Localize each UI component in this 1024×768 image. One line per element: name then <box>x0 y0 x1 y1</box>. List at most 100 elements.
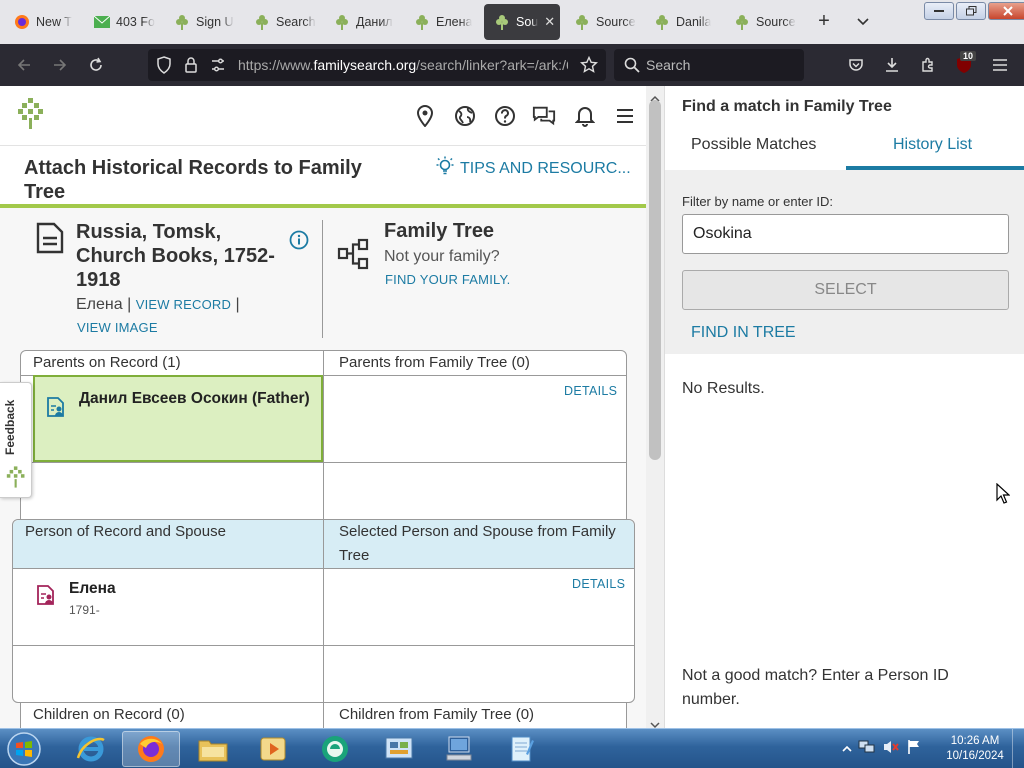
panel-title: Find a match in Family Tree <box>682 98 892 115</box>
extensions-puzzle-icon[interactable] <box>916 53 940 77</box>
view-image-link[interactable]: VIEW IMAGE <box>77 320 158 335</box>
globe-icon[interactable] <box>453 104 477 128</box>
close-window-button[interactable] <box>988 2 1024 20</box>
address-bar[interactable]: https://www.familysearch.org/search/link… <box>148 49 606 81</box>
record-collection-title: Russia, Tomsk, Church Books, 1752-1918 <box>76 221 275 291</box>
browser-tab[interactable]: Search <box>244 4 320 40</box>
minimize-button[interactable] <box>924 2 954 20</box>
browser-tab[interactable]: Danila <box>644 4 720 40</box>
network-computer-icon[interactable] <box>430 731 488 767</box>
familysearch-tree-icon <box>494 14 510 30</box>
tips-and-resources-link[interactable]: TIPS AND RESOURC... <box>436 156 631 181</box>
tab-list-chevron-down-icon[interactable] <box>852 12 874 32</box>
browser-tab[interactable]: Source <box>564 4 640 40</box>
app-globe-icon[interactable] <box>306 731 364 767</box>
view-record-link[interactable]: VIEW RECORD <box>136 297 231 312</box>
parents-on-record-header: Parents on Record (1) <box>33 354 181 371</box>
browser-tab[interactable]: Sign U <box>164 4 240 40</box>
column-divider <box>323 702 324 728</box>
row-divider <box>20 462 627 463</box>
find-your-family-link[interactable]: FIND YOUR FAMILY. <box>385 272 511 287</box>
browser-tab[interactable]: Елена <box>404 4 480 40</box>
familysearch-tree-icon <box>574 14 590 30</box>
lightbulb-icon <box>436 156 454 181</box>
system-tray <box>842 729 922 768</box>
restore-button[interactable] <box>956 2 986 20</box>
tray-expand-icon[interactable] <box>842 740 852 758</box>
browser-tab[interactable]: Данил <box>324 4 400 40</box>
window-controls <box>924 2 1024 20</box>
browser-tab[interactable]: Source <box>724 4 800 40</box>
url-text: https://www.familysearch.org/search/link… <box>238 57 568 73</box>
person-record-icon <box>46 396 66 423</box>
filter-name-input[interactable] <box>682 214 1009 254</box>
close-tab-icon[interactable]: ✕ <box>544 14 555 30</box>
map-pin-icon[interactable] <box>413 104 437 128</box>
person-name[interactable]: Елена <box>69 579 116 599</box>
column-divider <box>323 350 324 520</box>
messages-chat-icon[interactable] <box>532 104 556 128</box>
familysearch-tree-icon <box>414 14 430 30</box>
site-menu-icon[interactable] <box>613 104 637 128</box>
back-arrow-icon[interactable] <box>12 53 36 77</box>
not-a-good-match-text: Not a good match? Enter a Person ID numb… <box>682 667 949 708</box>
system-clock[interactable]: 10:26 AM 10/16/2024 <box>940 734 1010 764</box>
browser-tab-active[interactable]: Sou ✕ <box>484 4 560 40</box>
select-button[interactable]: SELECT <box>682 270 1009 310</box>
lock-icon[interactable] <box>184 56 198 79</box>
browser-search-bar[interactable]: Search <box>614 49 804 81</box>
father-name[interactable]: Данил Евсеев Осокин (Father) <box>79 389 319 409</box>
network-tray-icon[interactable] <box>858 739 876 760</box>
feedback-tab[interactable]: Feedback <box>0 382 32 498</box>
forward-arrow-icon[interactable] <box>48 53 72 77</box>
firefox-taskbar-icon[interactable] <box>122 731 180 767</box>
page-title: Attach Historical Records to Family Tree <box>24 157 362 203</box>
start-button[interactable] <box>4 730 44 768</box>
info-icon[interactable] <box>289 230 309 255</box>
familysearch-tree-icon <box>334 14 350 30</box>
find-match-panel: Find a match in Family Tree Possible Mat… <box>664 86 1024 728</box>
browser-tab[interactable]: 403 Fo <box>84 4 160 40</box>
family-tree-subtitle: Not your family? <box>384 248 500 265</box>
download-icon[interactable] <box>880 53 904 77</box>
bookmark-star-icon[interactable] <box>579 55 599 79</box>
file-explorer-icon[interactable] <box>184 731 242 767</box>
reload-icon[interactable] <box>84 53 108 77</box>
mouse-cursor-icon <box>996 482 1011 510</box>
familysearch-logo-icon[interactable] <box>16 96 46 135</box>
shield-icon[interactable] <box>156 56 172 79</box>
page-scrollbar[interactable] <box>646 86 664 729</box>
parents-details-link[interactable]: DETAILS <box>564 384 617 398</box>
hamburger-menu-icon[interactable] <box>988 53 1012 77</box>
extension-badge: 10 <box>960 51 977 61</box>
browser-tab[interactable]: New T <box>4 4 80 40</box>
volume-muted-icon[interactable] <box>882 739 900 760</box>
children-from-tree-header: Children from Family Tree (0) <box>339 706 535 723</box>
new-tab-button[interactable]: + <box>812 10 836 32</box>
pocket-icon[interactable] <box>844 53 868 77</box>
help-question-icon[interactable] <box>493 104 517 128</box>
tab-history-list[interactable]: History List <box>893 136 972 154</box>
site-header <box>0 86 646 146</box>
summary-divider <box>322 220 323 338</box>
browser-nav-bar: https://www.familysearch.org/search/link… <box>0 44 1024 86</box>
children-on-record-header: Children on Record (0) <box>33 706 185 723</box>
scrollbar-thumb[interactable] <box>649 100 661 460</box>
filter-label: Filter by name or enter ID: <box>682 194 833 209</box>
show-desktop-button[interactable] <box>1012 729 1024 768</box>
media-player-icon[interactable] <box>244 731 302 767</box>
action-center-flag-icon[interactable] <box>906 739 922 760</box>
permissions-icon[interactable] <box>210 57 226 78</box>
firefox-icon <box>14 14 30 30</box>
control-panel-icon[interactable] <box>370 731 428 767</box>
column-divider <box>323 519 324 703</box>
find-in-tree-link[interactable]: FIND IN TREE <box>691 324 796 342</box>
tab-possible-matches[interactable]: Possible Matches <box>691 136 816 154</box>
notifications-bell-icon[interactable] <box>573 104 597 128</box>
person-details-link[interactable]: DETAILS <box>572 577 625 591</box>
parents-from-tree-header: Parents from Family Tree (0) <box>339 354 530 371</box>
main-page: Attach Historical Records to Family Tree… <box>0 86 646 728</box>
notepad-icon[interactable] <box>492 731 550 767</box>
familysearch-tree-icon <box>734 14 750 30</box>
internet-explorer-icon[interactable] <box>62 731 120 767</box>
